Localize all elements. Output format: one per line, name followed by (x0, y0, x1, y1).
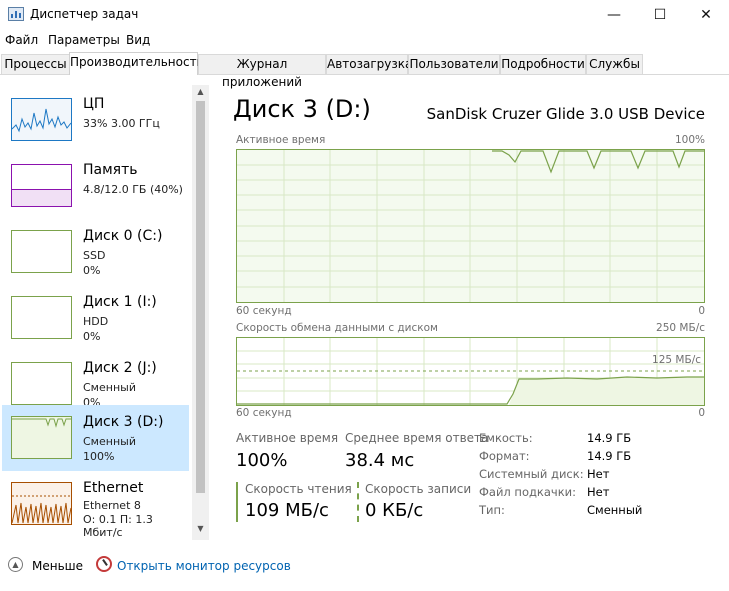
write-speed-label: Скорость записи (365, 482, 472, 496)
device-name: SanDisk Cruzer Glide 3.0 USB Device (426, 105, 705, 123)
sidebar-item-title: Диск 1 (I:) (83, 294, 157, 310)
read-speed-value: 109 МБ/с (245, 500, 329, 521)
transfer-rate-graph (236, 337, 705, 406)
sidebar-item-throughput: О: 0.1 П: 1.3 Мбит/с (83, 513, 153, 539)
task-manager-app-icon (8, 7, 24, 21)
transfer-rate-chart-label: Скорость обмена данными с диском (236, 322, 438, 334)
sidebar-item-disk-0[interactable]: Диск 0 (C:) SSD 0% (2, 219, 189, 285)
tab-users[interactable]: Пользователи (408, 54, 500, 74)
title-bar: Диспетчер задач — ☐ ✕ (0, 0, 729, 30)
sidebar-item-cpu[interactable]: ЦП 33% 3.00 ГГц (2, 87, 189, 153)
transfer-rate-midline-label: 125 МБ/с (652, 354, 701, 366)
format-label: Формат: (479, 449, 530, 463)
disk-thumbnail-graph (11, 416, 72, 459)
tab-app-history[interactable]: Журнал приложений (198, 54, 326, 89)
sidebar-item-title: Диск 2 (J:) (83, 360, 157, 376)
minimize-button[interactable]: — (591, 0, 637, 30)
read-speed-label: Скорость чтения (245, 482, 352, 496)
tab-startup[interactable]: Автозагрузка (326, 54, 412, 74)
page-title: Диск 3 (D:) (233, 95, 371, 123)
capacity-value: 14.9 ГБ (587, 431, 632, 445)
sidebar-item-disk-1[interactable]: Диск 1 (I:) HDD 0% (2, 285, 189, 351)
scroll-up-icon[interactable]: ▲ (192, 87, 209, 101)
format-value: 14.9 ГБ (587, 449, 632, 463)
scroll-down-icon[interactable]: ▼ (192, 524, 209, 538)
disk-detail-panel: Диск 3 (D:) SanDisk Cruzer Glide 3.0 USB… (209, 85, 729, 540)
sidebar-item-type: SSD (83, 249, 106, 262)
sidebar-item-title: Диск 0 (C:) (83, 228, 163, 244)
transfer-rate-axis-duration: 60 секунд (236, 407, 292, 419)
scroll-thumb[interactable] (196, 101, 205, 493)
sidebar-item-usage: 0% (83, 264, 101, 277)
sidebar-item-detail: 4.8/12.0 ГБ (40%) (83, 183, 183, 196)
chevron-up-icon[interactable]: ▲ (8, 557, 23, 572)
active-time-axis-duration: 60 секунд (236, 305, 292, 317)
fewer-details-button[interactable]: Меньше (32, 559, 83, 573)
sidebar-item-type: HDD (83, 315, 109, 328)
page-file-value: Нет (587, 485, 610, 499)
tab-services[interactable]: Службы (586, 54, 643, 74)
sidebar-item-detail: 33% 3.00 ГГц (83, 117, 160, 130)
sidebar-item-title: Диск 3 (D:) (83, 414, 164, 430)
active-time-graph (236, 149, 705, 303)
page-file-label: Файл подкачки: (479, 485, 577, 499)
tab-details[interactable]: Подробности (500, 54, 586, 74)
sidebar-item-usage: 100% (83, 450, 115, 463)
footer-bar: ▲ Меньше Открыть монитор ресурсов (0, 545, 729, 591)
write-speed-value: 0 КБ/с (365, 500, 424, 521)
cpu-thumbnail-graph (11, 98, 72, 141)
menu-view[interactable]: Вид (126, 33, 150, 47)
maximize-icon: ☐ (653, 7, 667, 23)
system-disk-value: Нет (587, 467, 610, 481)
active-time-chart-max: 100% (674, 134, 705, 146)
menu-bar: Файл Параметры Вид (0, 30, 729, 52)
menu-file[interactable]: Файл (5, 33, 38, 47)
transfer-rate-chart-max: 250 МБ/с (656, 322, 705, 334)
avg-response-label: Среднее время ответа (345, 431, 489, 445)
tab-performance[interactable]: Производительность (69, 52, 204, 75)
read-speed-indicator (236, 482, 238, 522)
resource-monitor-icon (96, 556, 112, 572)
sidebar-item-title: Ethernet (83, 480, 144, 496)
sidebar-item-usage: 0% (83, 330, 101, 343)
tab-processes[interactable]: Процессы (1, 54, 70, 74)
active-time-stat-label: Активное время (236, 431, 339, 445)
tab-strip: Процессы Производительность Журнал прило… (0, 52, 729, 89)
open-resource-monitor-link[interactable]: Открыть монитор ресурсов (117, 559, 291, 573)
type-label: Тип: (479, 503, 505, 517)
sidebar-item-memory[interactable]: Память 4.8/12.0 ГБ (40%) (2, 153, 189, 219)
sidebar-item-title: Память (83, 162, 138, 178)
sidebar-item-type: Сменный (83, 435, 136, 448)
system-disk-label: Системный диск: (479, 467, 584, 481)
close-button[interactable]: ✕ (683, 0, 729, 30)
menu-options[interactable]: Параметры (48, 33, 120, 47)
sidebar-item-adapter: Ethernet 8 (83, 499, 141, 512)
memory-thumbnail-graph (11, 164, 72, 207)
ethernet-thumbnail-graph (11, 482, 72, 525)
sidebar-item-title: ЦП (83, 96, 105, 112)
write-speed-indicator (357, 482, 359, 522)
transfer-rate-axis-zero: 0 (698, 407, 705, 419)
type-value: Сменный (587, 503, 643, 517)
avg-response-value: 38.4 мс (345, 450, 415, 471)
disk-thumbnail-graph (11, 296, 72, 339)
disk-thumbnail-graph (11, 230, 72, 273)
maximize-button[interactable]: ☐ (637, 0, 683, 30)
disk-thumbnail-graph (11, 362, 72, 405)
sidebar-item-ethernet[interactable]: Ethernet Ethernet 8 О: 0.1 П: 1.3 Мбит/с (2, 471, 189, 539)
active-time-chart-label: Активное время (236, 134, 326, 146)
sidebar-item-type: Сменный (83, 381, 136, 394)
resource-sidebar: ЦП 33% 3.00 ГГц Память 4.8/12.0 ГБ (40%)… (0, 85, 209, 540)
active-time-stat-value: 100% (236, 450, 288, 471)
minimize-icon: — (607, 7, 621, 23)
sidebar-item-disk-3[interactable]: Диск 3 (D:) Сменный 100% (2, 405, 189, 471)
active-time-axis-zero: 0 (698, 305, 705, 317)
capacity-label: Емкость: (479, 431, 533, 445)
close-icon: ✕ (700, 7, 712, 23)
sidebar-scrollbar[interactable]: ▲ ▼ (192, 85, 209, 540)
window-title: Диспетчер задач (30, 7, 139, 21)
